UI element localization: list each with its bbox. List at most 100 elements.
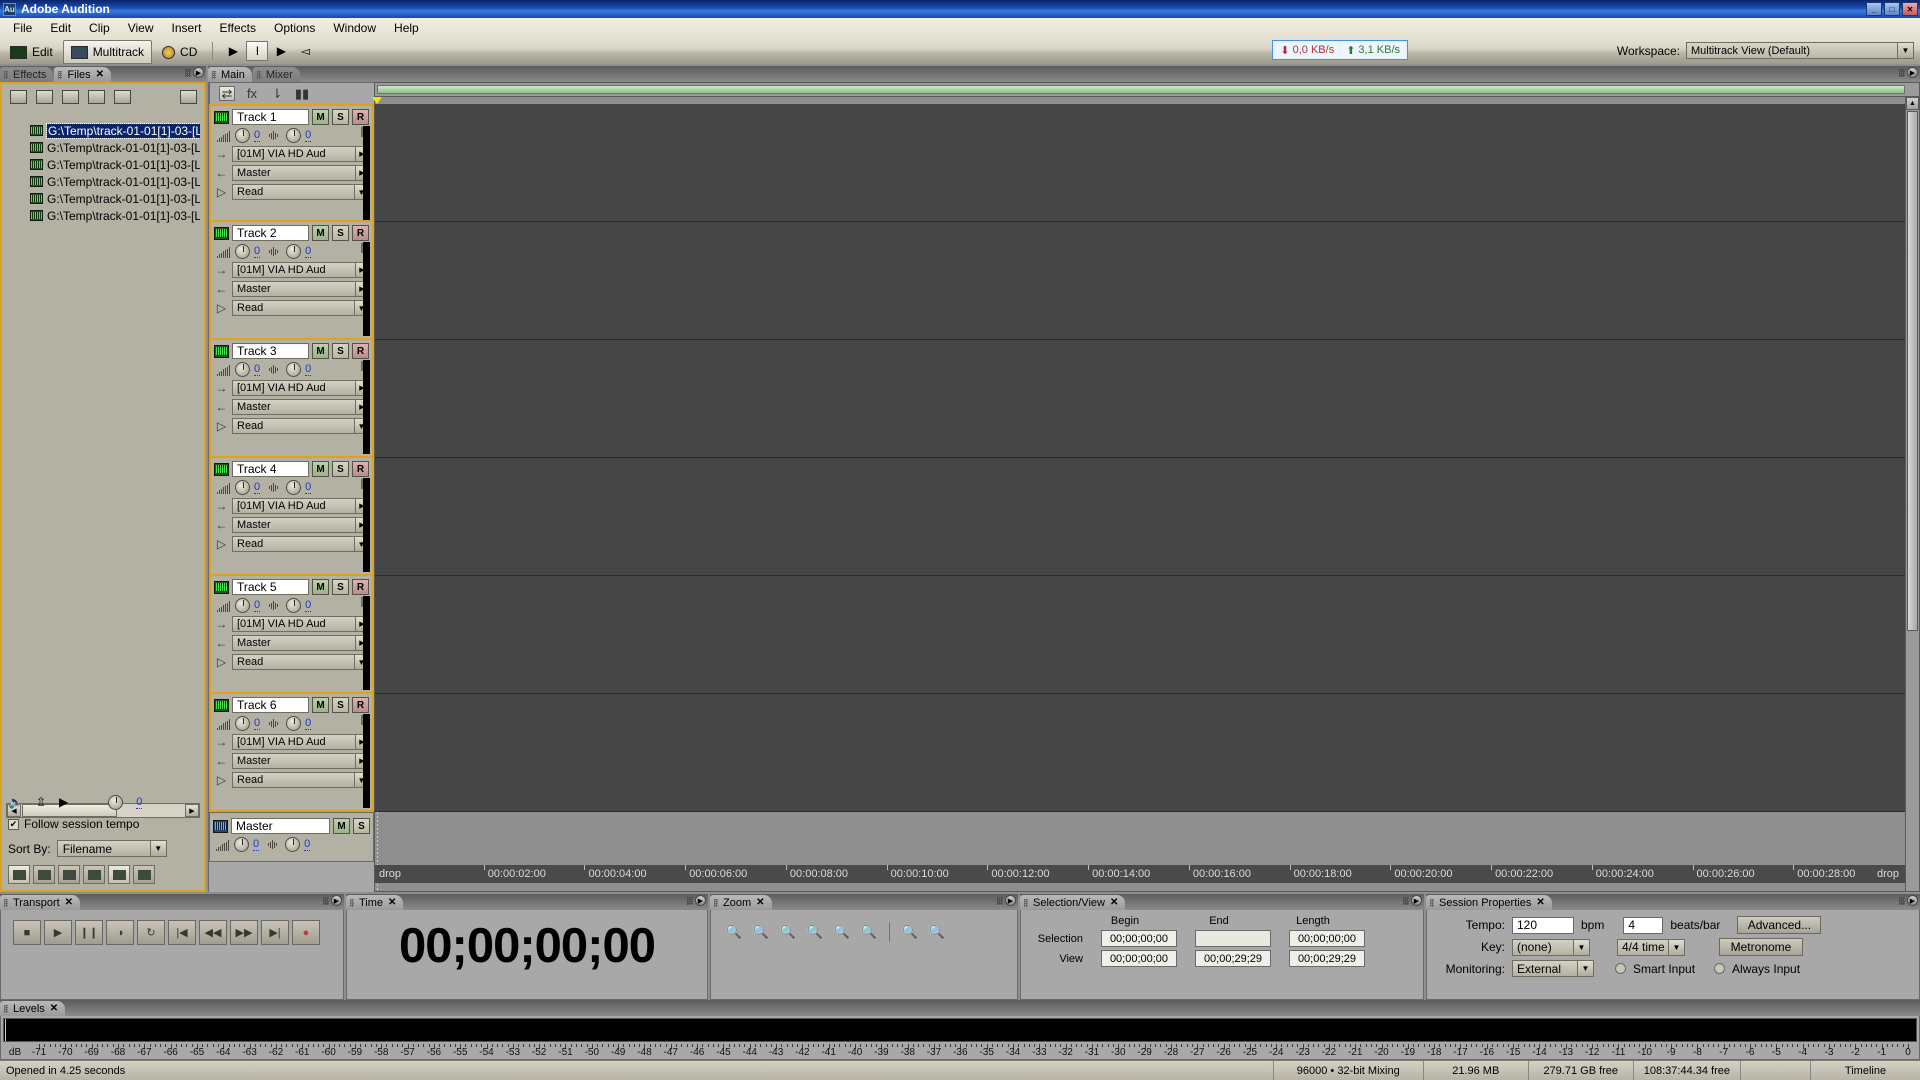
pan-value[interactable]: 0 [305,245,312,258]
track-lane[interactable] [375,458,1905,576]
minimize-button[interactable]: _ [1866,2,1882,16]
time-display[interactable]: 00;00;00;00 [347,910,707,974]
track-lanes[interactable] [375,104,1905,865]
volume-value[interactable]: 0 [254,129,261,142]
menu-item-effects[interactable]: Effects [211,19,265,37]
metronome-button[interactable]: Metronome [1719,938,1803,956]
list-item[interactable]: G:\Temp\track-01-01[1]-03-[Lf-R [6,122,200,139]
track-automation-dropdown[interactable]: Read ▼ [232,184,369,200]
track-output-dropdown[interactable]: Master ▶ [232,517,369,533]
snapping-icon[interactable]: ⇄ [219,86,235,101]
master-solo-button[interactable]: S [353,818,370,834]
play-to-end-button[interactable]: ◑ [106,920,134,945]
close-icon[interactable]: ✕ [388,897,396,908]
volume-value[interactable]: 0 [254,599,261,612]
preview-volume-knob[interactable] [108,794,124,810]
pan-knob[interactable] [286,480,302,495]
selection-view-panel-menu[interactable]: ▶ [1403,895,1422,906]
track-input-dropdown[interactable]: [01M] VIA HD Aud ▶ [232,616,369,632]
tab-selection-view[interactable]: Selection/View ✕ [1020,895,1126,910]
tab-levels[interactable]: Levels ✕ [0,1001,66,1016]
track-automation-dropdown[interactable]: Read ▼ [232,654,369,670]
close-icon[interactable]: ✕ [50,1003,58,1014]
close-icon[interactable]: ✕ [65,897,73,908]
pan-value[interactable]: 0 [305,363,312,376]
selection-begin-field[interactable]: 00;00;00;00 [1101,930,1177,947]
master-pan-value[interactable]: 0 [304,838,311,851]
volume-value[interactable]: 0 [254,481,261,494]
levels-meter[interactable] [3,1018,1917,1042]
zoom-out-vertically-icon[interactable]: 🔍 [926,922,948,942]
pan-knob[interactable] [286,598,302,613]
volume-value[interactable]: 0 [254,717,261,730]
zoom-in-to-left-edge-of-selection-icon[interactable]: 🔍 [831,922,853,942]
volume-knob[interactable] [235,480,250,495]
zoom-out-horizontally-icon[interactable]: 🔍 [750,922,772,942]
track-output-dropdown[interactable]: Master ▶ [232,399,369,415]
workspace-dropdown[interactable]: Multitrack View (Default) ▼ [1686,42,1914,59]
track-name-input[interactable]: Track 2 [232,225,309,241]
time-selection-tool[interactable]: I [246,41,269,61]
tab-effects[interactable]: Effects [0,67,54,82]
files-list[interactable]: G:\Temp\track-01-01[1]-03-[Lf-R G:\Temp\t… [6,122,200,832]
mixer-levels-icon[interactable]: ▮▮ [294,86,310,101]
track-scrollbar[interactable] [363,242,370,336]
record-arm-button[interactable]: R [352,697,369,713]
effects-rack-icon[interactable]: fx [244,86,260,101]
master-volume-value[interactable]: 0 [253,838,260,851]
track-lane[interactable] [375,340,1905,458]
record-arm-button[interactable]: R [352,225,369,241]
rewind-button[interactable]: ◀◀ [199,920,227,945]
smart-input-radio[interactable] [1615,963,1626,974]
session-properties-panel-menu[interactable]: ▶ [1899,895,1918,906]
mute-button[interactable]: M [312,461,329,477]
pan-knob[interactable] [286,128,302,143]
pause-button[interactable]: ❙❙ [75,920,103,945]
close-icon[interactable]: ✕ [756,897,764,908]
selection-length-field[interactable]: 00;00;00;00 [1289,930,1365,947]
tab-zoom[interactable]: Zoom ✕ [710,895,772,910]
scrub-tool[interactable]: ◅ [294,41,316,61]
scroll-up-icon[interactable]: ▲ [1906,97,1919,110]
track-name-input[interactable]: Track 3 [232,343,309,359]
go-to-beginning-button[interactable]: |◀ [168,920,196,945]
mode-button-edit[interactable]: Edit [3,40,60,64]
zoom-in-horizontally-icon[interactable]: 🔍 [723,922,745,942]
selection-end-field[interactable] [1195,930,1271,947]
close-icon[interactable]: ✕ [1110,897,1118,908]
file-info-icon[interactable] [111,88,133,107]
view-end-field[interactable]: 00;00;29;29 [1195,950,1271,967]
volume-knob[interactable] [235,362,250,377]
view-length-field[interactable]: 00;00;29;29 [1289,950,1365,967]
pan-value[interactable]: 0 [305,129,312,142]
track-input-dropdown[interactable]: [01M] VIA HD Aud ▶ [232,498,369,514]
tempo-input[interactable]: 120 [1512,916,1574,934]
track-lane[interactable] [375,222,1905,340]
move-select-tool[interactable]: ▶ [222,41,244,61]
menu-item-view[interactable]: View [119,19,163,37]
show-loops-icon[interactable] [33,865,55,884]
record-arm-button[interactable]: R [352,343,369,359]
monitoring-dropdown[interactable]: External ▼ [1512,960,1594,977]
track-output-dropdown[interactable]: Master ▶ [232,635,369,651]
time-signature-dropdown[interactable]: 4/4 time ▼ [1617,938,1685,956]
beats-per-bar-input[interactable]: 4 [1623,916,1664,934]
list-item[interactable]: G:\Temp\track-01-01[1]-03-[Lf-R [6,190,200,207]
volume-knob[interactable] [235,244,250,259]
mute-button[interactable]: M [312,225,329,241]
track-scrollbar[interactable] [363,714,370,808]
scrollbar-thumb[interactable] [1907,111,1918,631]
tab-files[interactable]: Files ✕ [54,67,112,82]
track-output-dropdown[interactable]: Master ▶ [232,281,369,297]
track-lane[interactable] [375,576,1905,694]
list-item[interactable]: G:\Temp\track-01-01[1]-03-[Lf-R [6,156,200,173]
track-name-input[interactable]: Track 1 [232,109,309,125]
track-lane[interactable] [375,104,1905,222]
track-automation-dropdown[interactable]: Read ▼ [232,300,369,316]
track-automation-dropdown[interactable]: Read ▼ [232,772,369,788]
record-arm-button[interactable]: R [352,461,369,477]
pan-knob[interactable] [286,716,302,731]
volume-value[interactable]: 0 [254,245,261,258]
auto-play-icon[interactable]: ⇫ [36,795,46,809]
track-automation-dropdown[interactable]: Read ▼ [232,418,369,434]
